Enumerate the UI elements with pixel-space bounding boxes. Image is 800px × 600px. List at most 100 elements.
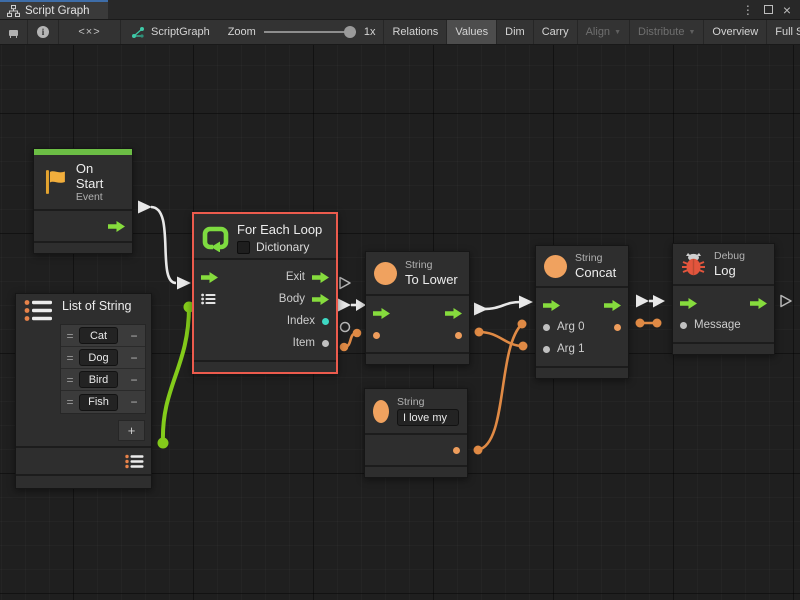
list-item-input[interactable]: Fish (79, 394, 118, 411)
wire-literal-to-arg0[interactable] (478, 324, 522, 450)
node-string-concat[interactable]: String Concat Arg 0 Arg 1 (535, 245, 629, 379)
wire-start-triangle (636, 295, 649, 308)
values-button[interactable]: Values (447, 20, 497, 44)
list-row: = Cat − (61, 325, 145, 347)
close-icon[interactable]: × (783, 3, 791, 17)
node-footer (34, 243, 132, 253)
wire-start-triangle (338, 299, 351, 312)
distribute-label: Distribute (638, 26, 684, 38)
value-output-port[interactable] (455, 332, 462, 339)
list-output-port[interactable] (125, 454, 144, 469)
align-button[interactable]: Align ▼ (578, 20, 630, 44)
wire-tolower-to-concat[interactable] (483, 302, 521, 309)
flow-input-port[interactable] (373, 308, 390, 319)
list-icon (24, 299, 54, 322)
value-input-port[interactable] (543, 324, 550, 331)
unconnected-flow-marker (340, 278, 350, 289)
flow-output-port[interactable] (750, 298, 767, 309)
lock-icon (9, 26, 18, 38)
info-icon: i (37, 26, 49, 38)
window-menu-icon[interactable]: ⋮ (742, 4, 754, 16)
string-type-icon (544, 255, 567, 278)
value-output-port[interactable] (322, 340, 329, 347)
node-type-label: String (405, 259, 458, 271)
node-list-of-string[interactable]: List of String = Cat − = Dog − = Bird − … (15, 293, 152, 489)
flow-output-port[interactable] (312, 272, 329, 283)
add-item-button[interactable]: + (118, 420, 145, 441)
flow-input-port[interactable] (543, 300, 560, 311)
zoom-slider-knob[interactable] (344, 26, 356, 38)
remove-item-button[interactable]: − (126, 395, 142, 409)
node-title: Concat (575, 265, 616, 280)
graph-toolbar: i <×> ScriptGraph Zoom 1x Relations Valu… (0, 20, 800, 45)
wire-arrowhead (519, 296, 533, 309)
value-output-port[interactable] (322, 318, 329, 325)
info-button[interactable]: i (28, 20, 59, 44)
flow-output-port[interactable] (445, 308, 462, 319)
tab-script-graph[interactable]: Script Graph (0, 0, 108, 19)
dictionary-checkbox[interactable] (237, 241, 250, 254)
node-footer (194, 362, 336, 372)
overview-button[interactable]: Overview (704, 20, 767, 44)
zoom-slider-track (264, 31, 356, 33)
loop-icon (202, 225, 229, 252)
wire-end-dot (158, 438, 169, 449)
value-output-port[interactable] (453, 447, 460, 454)
node-debug-log[interactable]: Debug Log Message (672, 243, 775, 355)
wire-onstart-to-foreach[interactable] (151, 207, 176, 283)
value-input-port[interactable] (680, 322, 687, 329)
value-input-port[interactable] (543, 346, 550, 353)
graph-breadcrumb-label: ScriptGraph (151, 26, 210, 38)
drag-handle[interactable]: = (64, 395, 76, 409)
flow-output-port[interactable] (108, 221, 125, 232)
value-output-port[interactable] (614, 324, 621, 331)
node-for-each-loop[interactable]: For Each Loop Dictionary Exit (192, 212, 338, 374)
align-label: Align (586, 26, 610, 38)
remove-item-button[interactable]: − (126, 373, 142, 387)
value-input-port[interactable] (373, 332, 380, 339)
node-on-start[interactable]: On Start Event (33, 148, 133, 254)
node-type-label: String (397, 396, 459, 408)
remove-item-button[interactable]: − (126, 351, 142, 365)
node-footer (536, 368, 628, 378)
remove-item-button[interactable]: − (126, 329, 142, 343)
string-value-input[interactable]: I love my (397, 409, 459, 426)
list-item-input[interactable]: Dog (79, 349, 118, 366)
wire-end-dot (340, 343, 349, 352)
list-item-input[interactable]: Bird (79, 371, 118, 388)
graph-canvas[interactable]: On Start Event List of String (0, 45, 800, 600)
flow-input-port[interactable] (680, 298, 697, 309)
relations-button[interactable]: Relations (383, 20, 447, 44)
wire-list-to-foreach[interactable] (163, 307, 189, 443)
code-view-button[interactable]: <×> (59, 20, 121, 44)
dim-button[interactable]: Dim (497, 20, 534, 44)
maximize-icon[interactable] (764, 5, 773, 14)
flow-output-port[interactable] (312, 294, 329, 305)
zoom-slider[interactable] (264, 26, 356, 38)
distribute-button[interactable]: Distribute ▼ (630, 20, 704, 44)
string-type-icon (374, 262, 397, 285)
fullscreen-button[interactable]: Full Screen (767, 20, 800, 44)
drag-handle[interactable]: = (64, 329, 76, 343)
node-title: For Each Loop (237, 222, 322, 237)
node-string-to-lower[interactable]: String To Lower (365, 251, 470, 365)
wire-arrowhead (653, 295, 665, 308)
node-footer (16, 476, 151, 488)
node-type-label: String (575, 252, 616, 264)
flow-output-port[interactable] (604, 300, 621, 311)
zoom-value: 1x (364, 26, 376, 38)
carry-button[interactable]: Carry (534, 20, 578, 44)
list-input-port[interactable] (201, 293, 216, 305)
node-string-literal[interactable]: String I love my (364, 388, 468, 478)
unconnected-flow-marker (781, 296, 791, 307)
drag-handle[interactable]: = (64, 373, 76, 387)
list-widget: = Cat − = Dog − = Bird − = Fish − (60, 324, 146, 414)
lock-button[interactable] (0, 20, 28, 44)
port-label: Arg 1 (557, 343, 585, 355)
drag-handle[interactable]: = (64, 351, 76, 365)
flow-input-port[interactable] (201, 272, 218, 283)
wire-end-dot (636, 319, 645, 328)
list-item-input[interactable]: Cat (79, 327, 118, 344)
graph-breadcrumb[interactable]: ScriptGraph (121, 20, 220, 44)
list-row: = Dog − (61, 347, 145, 369)
